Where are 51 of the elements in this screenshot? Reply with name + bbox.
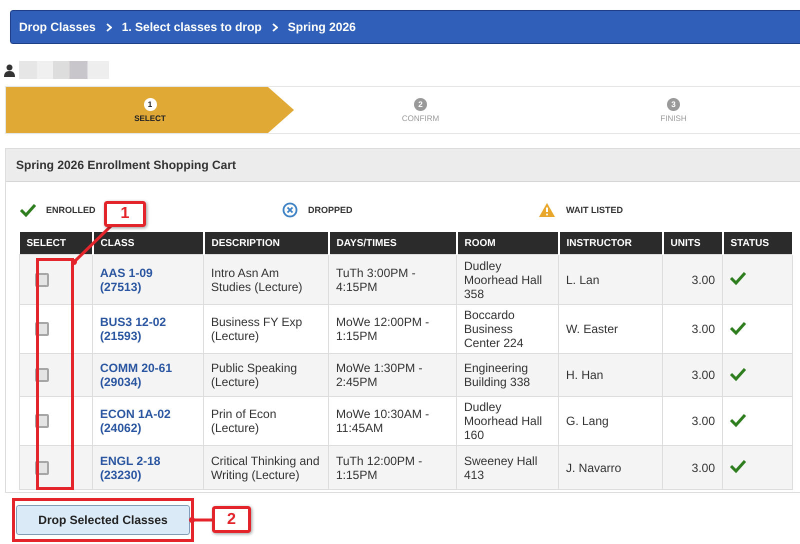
column-header: UNITS [662, 232, 722, 254]
checkmark-icon [730, 366, 746, 380]
table-cell: L. Lan [558, 254, 662, 304]
drop-button[interactable]: Drop Selected Classes [16, 505, 190, 535]
column-header: INSTRUCTOR [558, 232, 662, 254]
legend-label: ENROLLED [46, 205, 96, 215]
table-cell: Dudley Moorhead Hall 358 [456, 254, 558, 304]
column-header: DESCRIPTION [204, 232, 328, 254]
warning-icon [538, 202, 556, 218]
panel-title: Spring 2026 Enrollment Shopping Cart [16, 158, 236, 172]
table-cell: TuTh 12:00PM - 1:15PM [328, 446, 456, 490]
table-cell: H. Han [558, 354, 662, 396]
legend-label: DROPPED [308, 205, 353, 215]
breadcrumb-item[interactable]: 1. Select classes to drop [122, 20, 262, 34]
column-header: DAYS/TIMES [328, 232, 456, 254]
table-cell: 3.00 [662, 354, 722, 396]
column-header: CLASS [92, 232, 204, 254]
step-label: SELECT [134, 114, 166, 122]
checkmark-icon [730, 320, 746, 334]
table-cell: Sweeney Hall 413 [456, 446, 558, 490]
callout-label: 2 [212, 506, 251, 533]
step-label: CONFIRM [402, 114, 440, 122]
step-number: 2 [414, 98, 427, 110]
column-header: STATUS [722, 232, 792, 254]
table-cell: MoWe 1:30PM - 2:45PM [328, 354, 456, 396]
table-cell: J. Navarro [558, 446, 662, 490]
table-cell: Critical Thinking and Writing (Lecture) [204, 446, 328, 490]
callout-label: 1 [104, 201, 146, 227]
step-number: 3 [667, 98, 680, 110]
circle-x-icon [282, 202, 298, 218]
chevron-icon [272, 22, 278, 32]
column-header: SELECT [20, 232, 92, 254]
table-cell: 3.00 [662, 254, 722, 304]
active-step[interactable]: 1 SELECT [6, 87, 294, 133]
breadcrumb-item[interactable]: Spring 2026 [288, 20, 356, 34]
step-number: 1 [144, 98, 156, 110]
checkmark-icon [730, 271, 746, 285]
user-icon [4, 64, 15, 76]
checkmark-icon [730, 412, 746, 426]
chevron-icon [106, 22, 112, 32]
table-cell: Public Speaking (Lecture) [204, 354, 328, 396]
legend-label: WAIT LISTED [566, 205, 623, 215]
column-header: ROOM [456, 232, 558, 254]
breadcrumb-item[interactable]: Drop Classes [19, 20, 96, 34]
table-cell: Intro Asn Am Studies (Lecture) [204, 254, 328, 304]
table-cell: Engineering Building 338 [456, 354, 558, 396]
checkmark-icon [730, 459, 746, 473]
table-cell: 3.00 [662, 446, 722, 490]
step-label: FINISH [660, 114, 687, 122]
table-cell: TuTh 3:00PM - 4:15PM [328, 254, 456, 304]
checkmark-icon [20, 203, 36, 217]
